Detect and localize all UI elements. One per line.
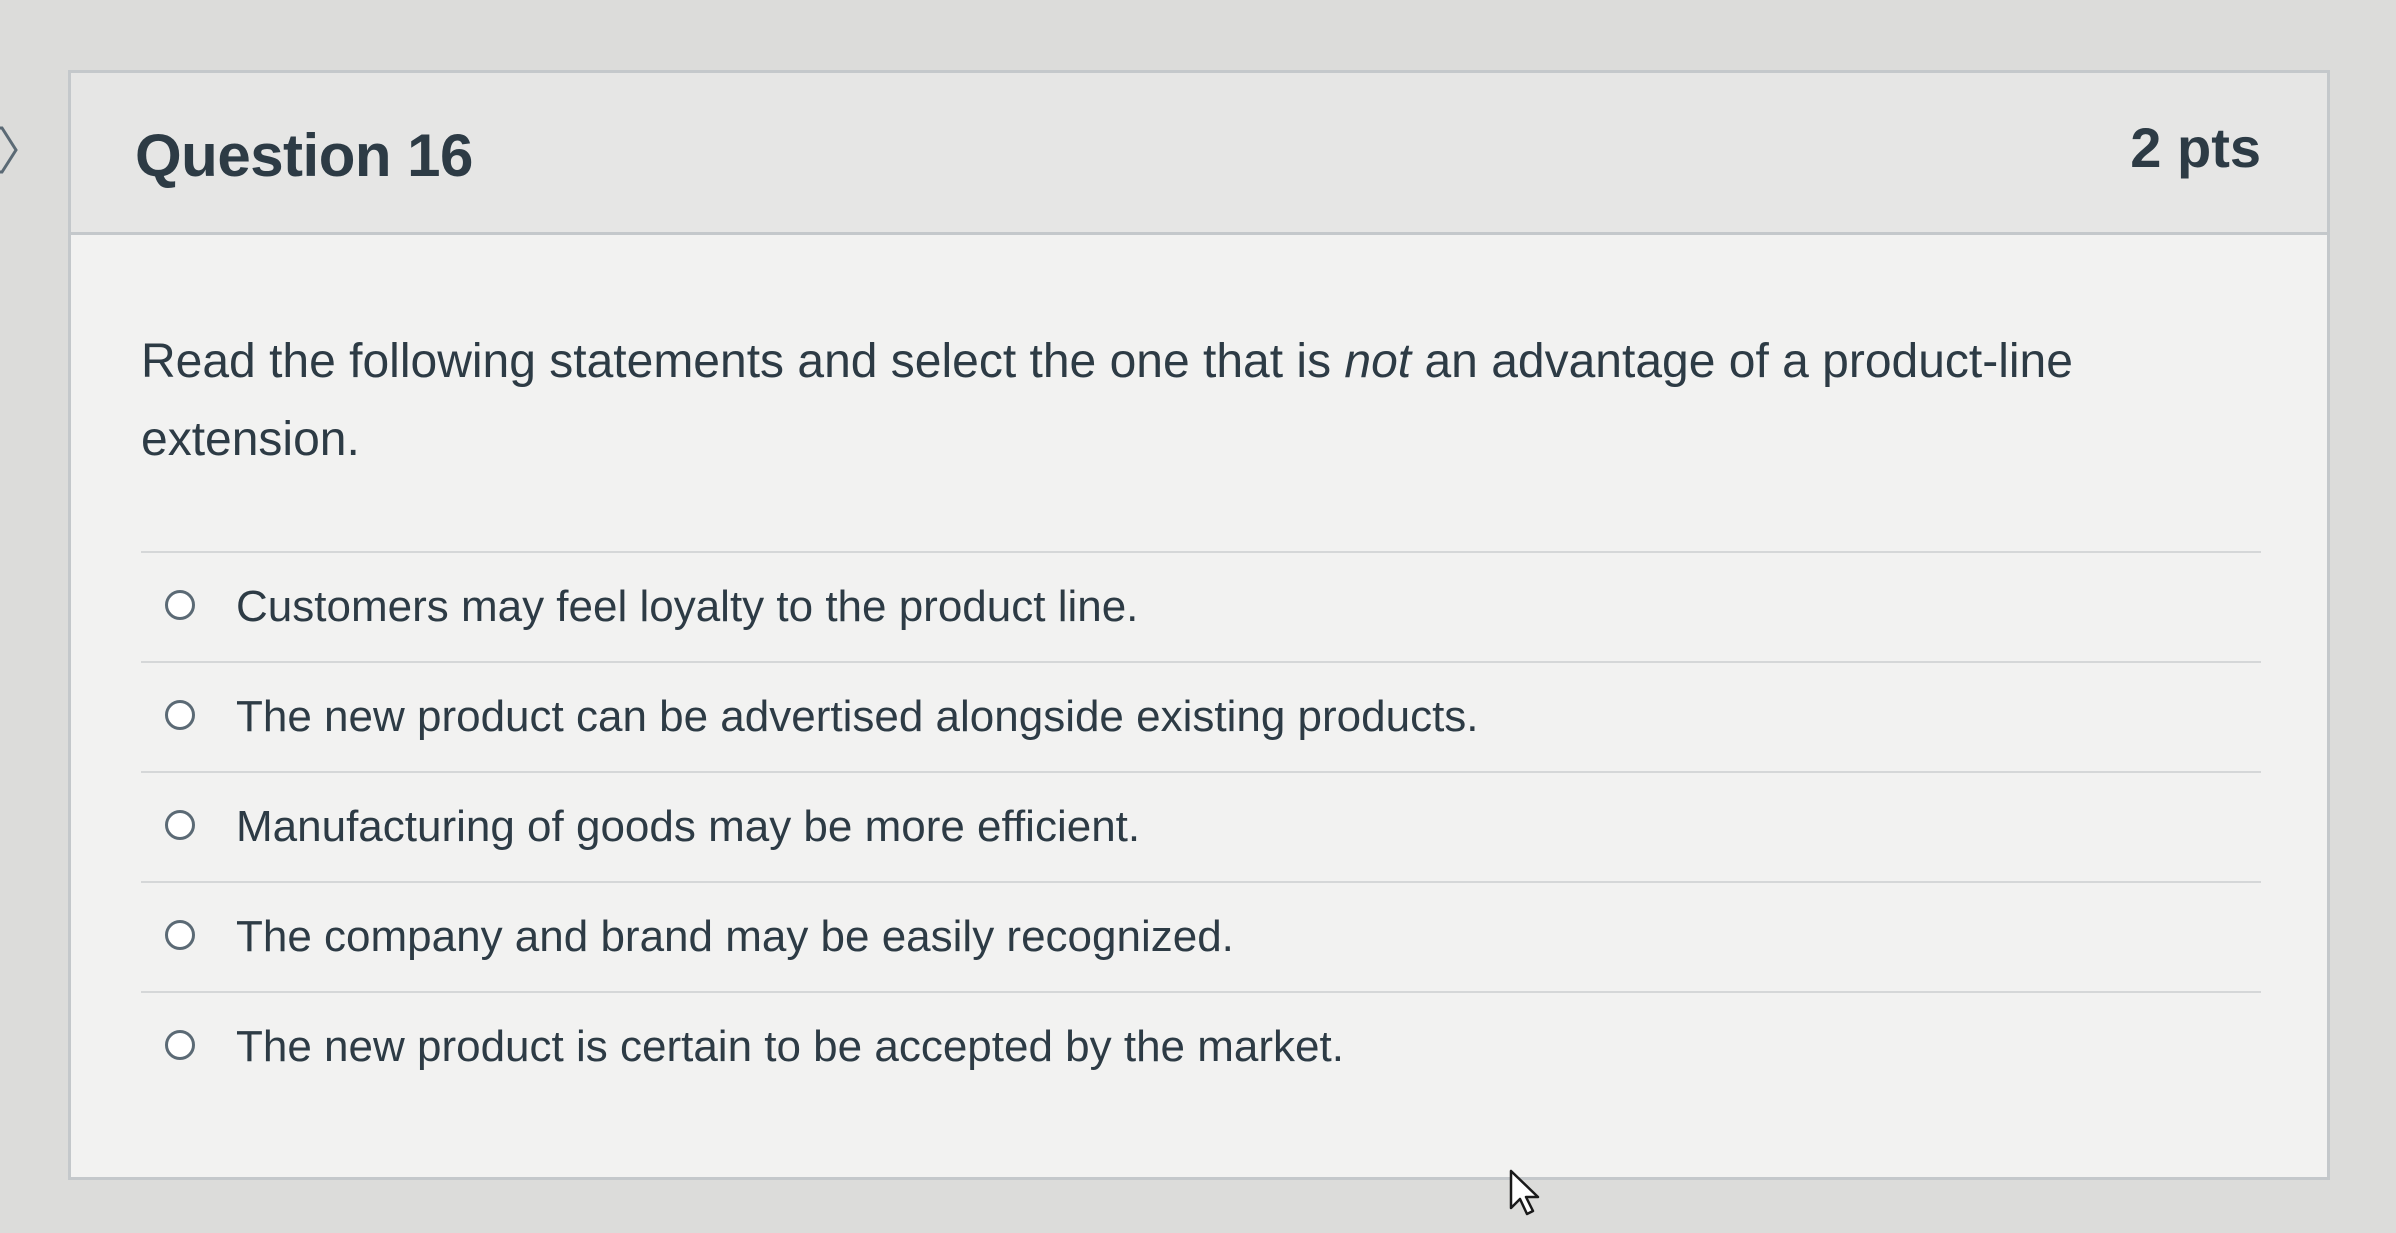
radio-unchecked-icon[interactable] — [165, 920, 195, 950]
question-points: 2 pts — [2130, 116, 2261, 179]
question-title: Question 16 — [135, 122, 473, 189]
answer-option-3[interactable]: Manufacturing of goods may be more effic… — [141, 771, 2261, 881]
answer-option-1[interactable]: Customers may feel loyalty to the produc… — [141, 551, 2261, 661]
answer-option-2[interactable]: The new product can be advertised alongs… — [141, 661, 2261, 771]
answer-list: Customers may feel loyalty to the produc… — [141, 551, 2261, 1101]
question-header: Question 16 2 pts — [71, 73, 2327, 235]
question-text: Read the following statements and select… — [141, 323, 2251, 479]
radio-unchecked-icon[interactable] — [165, 1030, 195, 1060]
radio-unchecked-icon[interactable] — [165, 700, 195, 730]
answer-option-5[interactable]: The new product is certain to be accepte… — [141, 991, 2261, 1101]
answer-label: The new product is certain to be accepte… — [236, 1022, 1344, 1071]
answer-option-4[interactable]: The company and brand may be easily reco… — [141, 881, 2261, 991]
answer-label: The new product can be advertised alongs… — [236, 692, 1479, 741]
radio-unchecked-icon[interactable] — [165, 590, 195, 620]
question-text-emphasis: not — [1344, 335, 1412, 388]
question-text-before: Read the following statements and select… — [141, 335, 1345, 388]
answer-label: Manufacturing of goods may be more effic… — [236, 802, 1141, 851]
question-card: Question 16 2 pts Read the following sta… — [68, 70, 2330, 1180]
radio-unchecked-icon[interactable] — [165, 810, 195, 840]
chevron-right-icon[interactable] — [0, 120, 30, 180]
mouse-pointer-icon — [1509, 1169, 1540, 1216]
answer-label: Customers may feel loyalty to the produc… — [236, 582, 1139, 631]
answer-label: The company and brand may be easily reco… — [236, 912, 1234, 961]
